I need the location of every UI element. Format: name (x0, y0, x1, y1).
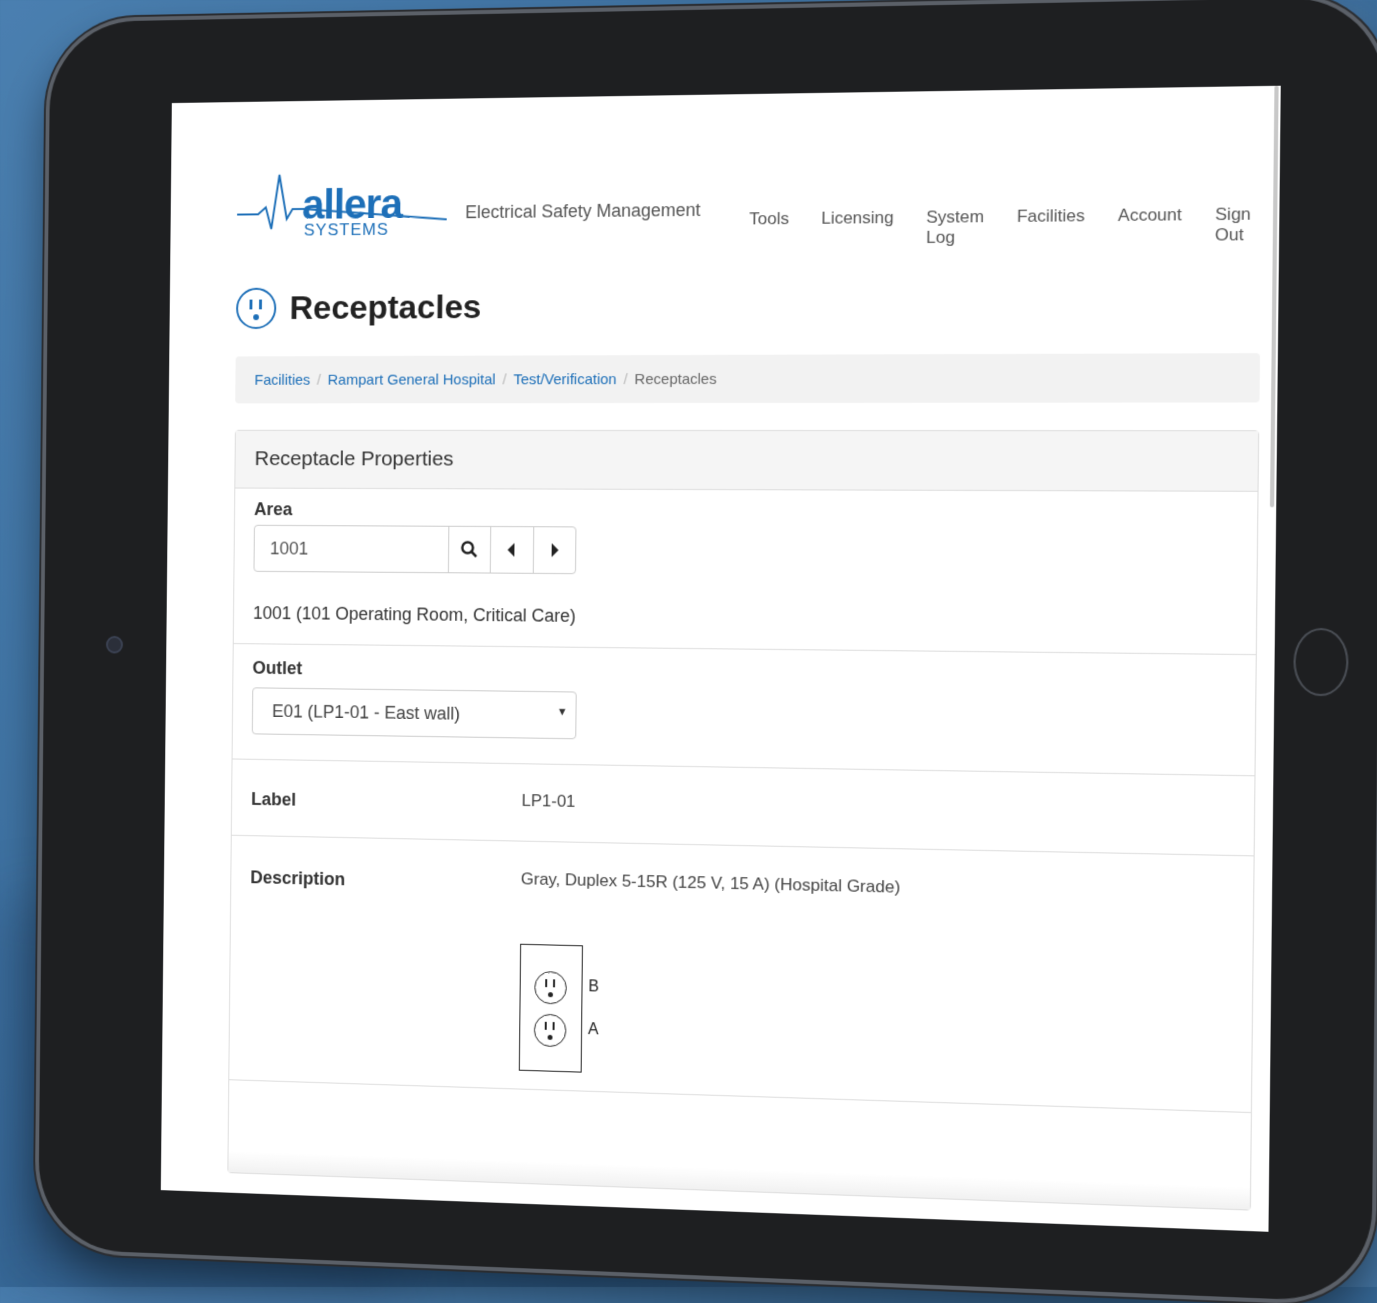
nav-system-log[interactable]: System Log (926, 207, 984, 248)
nav-sign-out[interactable]: Sign Out (1215, 204, 1257, 245)
outlet-a-label: A (587, 1021, 599, 1039)
description-row: Description Gray, Duplex 5-15R (125 V, 1… (229, 835, 1254, 1114)
caret-left-icon (507, 542, 515, 557)
receptacle-icon (235, 287, 277, 330)
label-row-label: Label (251, 789, 297, 810)
page-title-row: Receptacles (235, 286, 482, 330)
outlet-select[interactable]: E01 (LP1-01 - East wall) ▼ (251, 687, 577, 740)
nav-account[interactable]: Account (1118, 205, 1182, 246)
top-nav: Tools Licensing System Log Facilities Ac… (749, 204, 1256, 249)
area-section: Area 1001 (101 (233, 487, 1258, 656)
outlet-section: Outlet E01 (LP1-01 - East wall) ▼ (232, 644, 1256, 777)
area-label: Area (254, 499, 293, 520)
area-input-group (253, 524, 577, 575)
breadcrumb-facilities[interactable]: Facilities (254, 371, 310, 388)
outlet-select-value: E01 (LP1-01 - East wall) (272, 700, 461, 724)
app-tagline: Electrical Safety Management (465, 199, 701, 223)
breadcrumb: Facilities / Rampart General Hospital / … (235, 353, 1261, 404)
home-button[interactable] (1293, 627, 1349, 697)
tablet-frame: allera SYSTEMS Electrical Safety Managem… (38, 0, 1377, 1303)
header: allera SYSTEMS Electrical Safety Managem… (237, 148, 1257, 249)
caret-right-icon (551, 543, 559, 558)
nav-facilities[interactable]: Facilities (1017, 206, 1085, 247)
nav-licensing[interactable]: Licensing (821, 208, 894, 249)
description-value: Gray, Duplex 5-15R (125 V, 15 A) (Hospit… (520, 869, 901, 897)
outlet-label: Outlet (252, 657, 303, 679)
dropdown-caret-icon: ▼ (556, 706, 568, 719)
breadcrumb-separator: / (316, 371, 322, 389)
logo-subtitle: SYSTEMS (303, 219, 389, 240)
previous-area-button[interactable] (491, 526, 534, 573)
breadcrumb-separator: / (623, 370, 628, 388)
area-description: 1001 (101 Operating Room, Critical Care) (252, 603, 576, 626)
breadcrumb-test-verification[interactable]: Test/Verification (513, 371, 616, 388)
breadcrumb-separator: / (502, 370, 507, 388)
logo[interactable]: allera SYSTEMS (237, 168, 459, 244)
tablet-screen: allera SYSTEMS Electrical Safety Managem… (160, 85, 1281, 1232)
breadcrumb-current: Receptacles (634, 370, 717, 388)
panel-footer-shade (228, 1150, 1251, 1210)
page-title: Receptacles (289, 287, 482, 327)
nav-tools[interactable]: Tools (749, 209, 789, 250)
scrollbar[interactable] (1269, 85, 1279, 508)
panel-title: Receptacle Properties (235, 430, 1259, 492)
camera-lens (105, 635, 124, 654)
search-button[interactable] (448, 526, 492, 573)
breadcrumb-hospital[interactable]: Rampart General Hospital (328, 371, 496, 388)
area-input[interactable] (254, 525, 450, 573)
search-icon (461, 541, 479, 559)
receptacle-properties-panel: Receptacle Properties Area 1001 1001 (10… (227, 429, 1260, 1211)
outlet-a-icon (533, 1013, 567, 1048)
duplex-receptacle-diagram (518, 943, 583, 1073)
outlet-b-icon (534, 970, 567, 1005)
label-row-value: LP1-01 (521, 791, 576, 811)
description-label: Description (250, 867, 346, 890)
outlet-b-label: B (588, 978, 600, 996)
next-area-button[interactable] (533, 527, 575, 573)
